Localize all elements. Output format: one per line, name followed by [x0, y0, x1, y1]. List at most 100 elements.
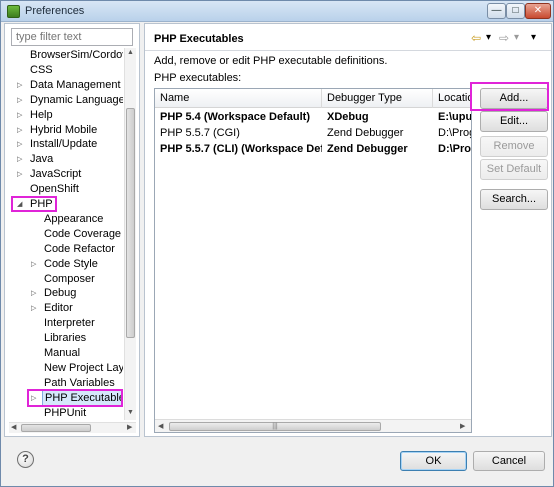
table-hscroll-thumb[interactable]: ||| — [169, 422, 381, 431]
collapsed-arrow-icon[interactable]: ▷ — [31, 286, 39, 301]
tree-item[interactable]: Composer — [9, 272, 123, 287]
tree-item-label: BrowserSim/Cordova — [30, 49, 123, 61]
tree-item[interactable]: BrowserSim/Cordova — [9, 48, 123, 63]
column-header-name[interactable]: Name — [155, 89, 322, 108]
php-executables-highlight — [27, 389, 123, 407]
table-row[interactable]: PHP 5.4 (Workspace Default) XDebug E:\up… — [155, 109, 471, 125]
tree-item-label: PHPUnit — [44, 407, 87, 418]
preferences-window: Preferences — □ ✕ BrowserSim/Cordova CSS ▷… — [0, 0, 554, 487]
tree-item[interactable]: ▷ JavaScript — [9, 167, 123, 182]
preferences-tree: BrowserSim/Cordova CSS ▷ Data Management ▷ Dy… — [9, 48, 123, 418]
minimize-button[interactable]: — — [487, 3, 506, 19]
remove-button[interactable]: Remove — [480, 136, 548, 157]
executables-label: PHP executables: — [154, 72, 242, 84]
tree-item[interactable]: New Project Layout — [9, 361, 123, 376]
title-bar: Preferences — □ ✕ — [1, 1, 553, 22]
tree-item[interactable]: Interpreter — [9, 316, 123, 331]
tree-item-label: CSS — [30, 64, 53, 76]
table-row[interactable]: PHP 5.5.7 (CGI) Zend Debugger D:\Prog — [155, 125, 471, 141]
tree-item[interactable]: ▷ Data Management — [9, 78, 123, 93]
column-header-location[interactable]: Location — [433, 89, 471, 108]
collapsed-arrow-icon[interactable]: ▷ — [31, 257, 39, 272]
scroll-down-icon[interactable]: ▼ — [127, 409, 134, 416]
tree-item[interactable]: ▷ Debug — [9, 286, 123, 301]
tree-item[interactable]: PHPUnit — [9, 406, 123, 418]
tree-horizontal-scrollbar[interactable]: ◀ ▶ — [9, 422, 136, 433]
tree-item-label: Data Management — [30, 79, 121, 91]
tree-item[interactable]: ▷ Editor — [9, 301, 123, 316]
title-separator — [145, 50, 551, 51]
tree-item[interactable]: ▷ Java — [9, 152, 123, 167]
tree-item[interactable]: Manual — [9, 346, 123, 361]
tree-hscroll-thumb[interactable] — [21, 424, 91, 432]
cell-location: E:\upup — [438, 111, 471, 123]
tree-item-label: Dynamic Languages — [30, 94, 123, 106]
php-executables-page: PHP Executables ⇦ ▾ ⇨ ▾ ▾ Add, remove or… — [144, 23, 552, 437]
tree-item[interactable]: OpenShift — [9, 182, 123, 197]
cancel-button[interactable]: Cancel — [473, 451, 545, 471]
tree-item-label: Editor — [44, 302, 73, 314]
tree-item-label: Appearance — [44, 213, 104, 225]
back-menu-icon[interactable]: ▾ — [486, 32, 491, 43]
close-button[interactable]: ✕ — [525, 3, 551, 19]
tree-item-label: Java — [30, 153, 54, 165]
table-row[interactable]: PHP 5.5.7 (CLI) (Workspace Default) Zend… — [155, 141, 471, 157]
table-horizontal-scrollbar[interactable]: ◀ ||| ▶ — [155, 419, 471, 432]
tree-item[interactable]: Code Refactor — [9, 242, 123, 257]
tree-vscroll-thumb[interactable] — [126, 108, 135, 338]
collapsed-arrow-icon[interactable]: ▷ — [17, 123, 25, 138]
table-scroll-right-icon[interactable]: ▶ — [460, 422, 465, 430]
tree-item[interactable]: ▷ Dynamic Languages — [9, 93, 123, 108]
tree-item-label: Manual — [44, 347, 81, 359]
tree-item-label: Install/Update — [30, 138, 98, 150]
tree-item[interactable]: Code Coverage — [9, 227, 123, 242]
tree-item[interactable]: ▷ Help — [9, 108, 123, 123]
tree-item[interactable]: Libraries — [9, 331, 123, 346]
view-menu-icon[interactable]: ▾ — [531, 32, 536, 43]
tree-vertical-scrollbar[interactable]: ▲ ▼ — [124, 48, 136, 420]
set-default-button[interactable]: Set Default — [480, 159, 548, 180]
collapsed-arrow-icon[interactable]: ▷ — [17, 108, 25, 123]
page-title: PHP Executables — [154, 33, 244, 45]
add-button-highlight — [470, 82, 549, 111]
tree-item-label: Code Style — [44, 258, 98, 270]
executables-table[interactable]: Name Debugger Type Location PHP 5.4 (Wor… — [154, 88, 472, 433]
search-button[interactable]: Search... — [480, 189, 548, 210]
edit-button[interactable]: Edit... — [480, 111, 548, 132]
collapsed-arrow-icon[interactable]: ▷ — [17, 137, 25, 152]
tree-item[interactable]: ▷ Install/Update — [9, 137, 123, 152]
scroll-right-icon[interactable]: ▶ — [127, 423, 132, 431]
table-scroll-left-icon[interactable]: ◀ — [158, 422, 163, 430]
tree-item[interactable]: CSS — [9, 63, 123, 78]
tree-item[interactable]: ▷ Code Style — [9, 257, 123, 272]
tree-item-label: Composer — [44, 273, 95, 285]
collapsed-arrow-icon[interactable]: ▷ — [31, 301, 39, 316]
eclipse-app-icon — [7, 5, 20, 18]
back-arrow-icon[interactable]: ⇦ — [471, 31, 481, 45]
help-icon[interactable]: ? — [17, 451, 34, 468]
table-header: Name Debugger Type Location — [155, 89, 471, 108]
tree-item[interactable]: Appearance — [9, 212, 123, 227]
collapsed-arrow-icon[interactable]: ▷ — [17, 167, 25, 182]
tree-item[interactable]: ▷ Hybrid Mobile — [9, 123, 123, 138]
cell-debugger: XDebug — [327, 111, 369, 123]
forward-arrow-icon[interactable]: ⇨ — [499, 31, 509, 45]
collapsed-arrow-icon[interactable]: ▷ — [17, 78, 25, 93]
forward-menu-icon[interactable]: ▾ — [514, 32, 519, 43]
scroll-up-icon[interactable]: ▲ — [127, 49, 134, 56]
column-header-debugger[interactable]: Debugger Type — [322, 89, 433, 108]
filter-input[interactable] — [11, 28, 133, 46]
maximize-button[interactable]: □ — [506, 3, 525, 19]
page-description: Add, remove or edit PHP executable defin… — [154, 55, 388, 67]
tree-item-label: Libraries — [44, 332, 87, 344]
cell-name: PHP 5.5.7 (CGI) — [160, 127, 240, 139]
cell-location: D:\Prog — [438, 143, 471, 155]
collapsed-arrow-icon[interactable]: ▷ — [17, 152, 25, 167]
cell-location: D:\Prog — [438, 127, 471, 139]
scroll-left-icon[interactable]: ◀ — [11, 423, 16, 431]
ok-button[interactable]: OK — [400, 451, 467, 471]
cell-debugger: Zend Debugger — [327, 143, 408, 155]
collapsed-arrow-icon[interactable]: ▷ — [17, 93, 25, 108]
tree-item-label: Help — [30, 109, 53, 121]
tree-item-label: OpenShift — [30, 183, 79, 195]
